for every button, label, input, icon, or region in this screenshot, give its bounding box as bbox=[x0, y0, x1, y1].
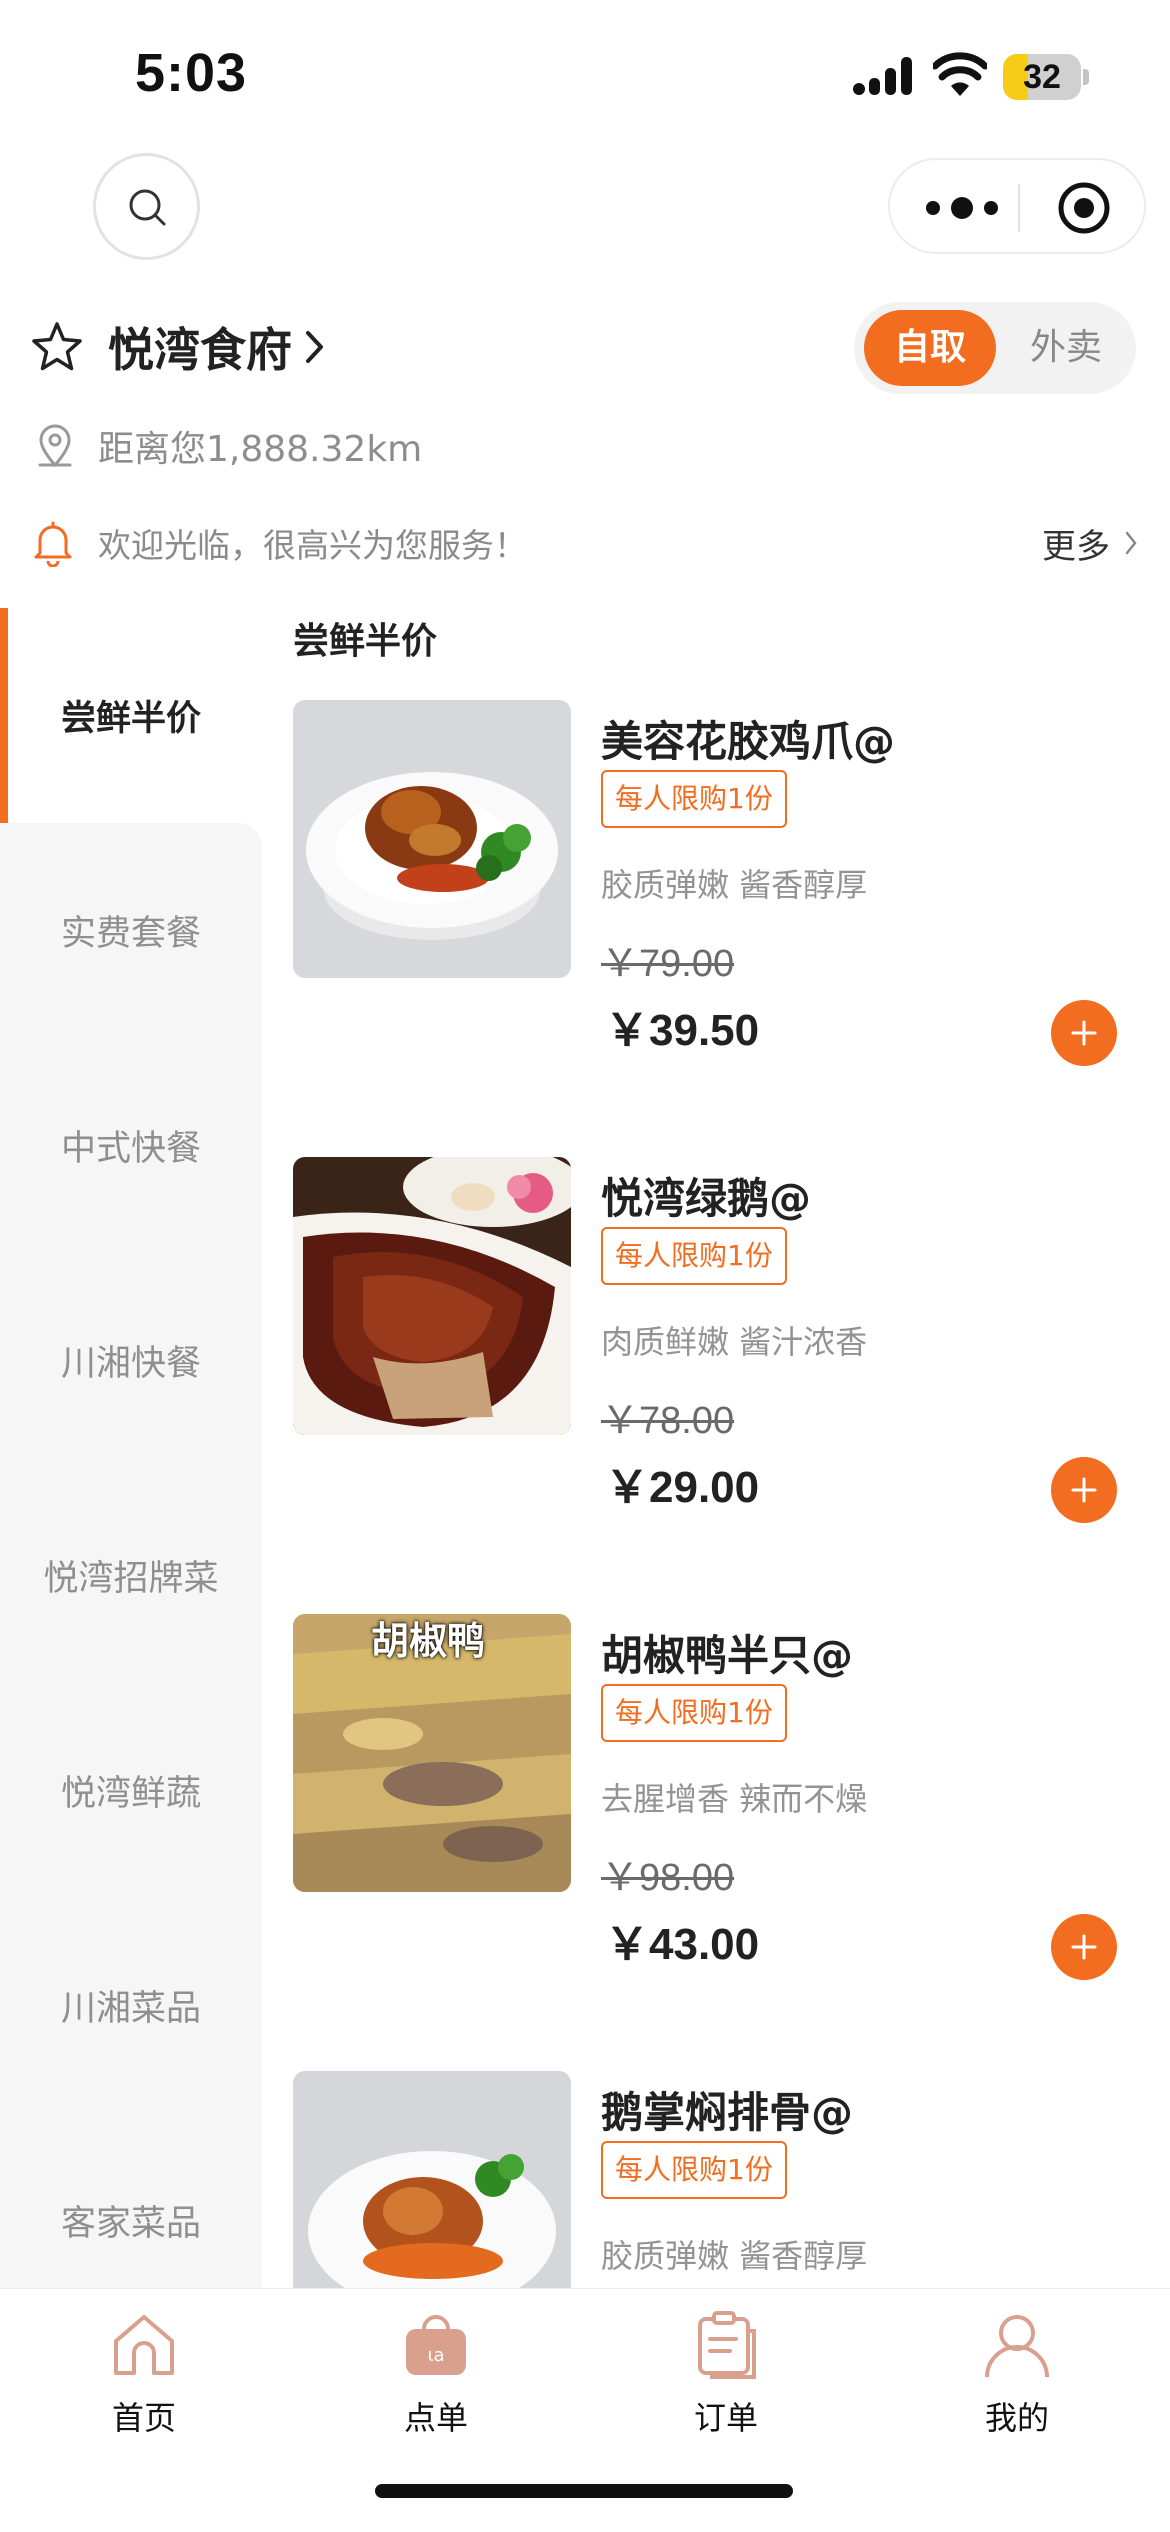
product-name: 鹅掌焖排骨@ bbox=[601, 2088, 854, 2137]
product-name: 美容花胶鸡爪@ bbox=[601, 717, 896, 766]
product-name: 胡椒鸭半只@ bbox=[601, 1631, 854, 1680]
add-to-cart-button[interactable] bbox=[1051, 1000, 1117, 1066]
order-list-icon bbox=[698, 2311, 756, 2379]
category-item[interactable]: 尝鲜半价 bbox=[0, 608, 262, 823]
store-name[interactable]: 悦湾食府 bbox=[108, 314, 292, 380]
user-icon bbox=[985, 2315, 1049, 2378]
original-price: ￥78.00 bbox=[601, 1400, 735, 1442]
tab-label: 订单 bbox=[693, 2399, 758, 2437]
product-card[interactable]: 鹅掌焖排骨@ 每人限购1份 胶质弹嫩 酱香醇厚 bbox=[293, 2071, 1153, 2288]
more-label: 更多 bbox=[1042, 526, 1110, 567]
product-description: 去腥增香 辣而不燥 bbox=[601, 1780, 868, 1818]
category-item[interactable]: 悦湾招牌菜 bbox=[0, 1468, 262, 1683]
bell-icon bbox=[34, 521, 72, 567]
chevron-right-icon bbox=[306, 331, 323, 363]
product-image[interactable] bbox=[293, 2071, 571, 2288]
notice-bar: 欢迎光临，很高兴为您服务！ 更多 bbox=[32, 514, 1138, 572]
svg-text:ιa: ιa bbox=[427, 2345, 444, 2366]
product-image[interactable] bbox=[293, 1157, 571, 1435]
product-description: 胶质弹嫩 酱香醇厚 bbox=[601, 866, 868, 904]
sale-price: ￥39.50 bbox=[605, 1006, 760, 1055]
pickup-tab[interactable]: 自取 bbox=[864, 310, 996, 386]
purchase-limit-badge: 每人限购1份 bbox=[601, 2141, 787, 2199]
battery-level: 32 bbox=[1023, 58, 1061, 96]
add-to-cart-button[interactable] bbox=[1051, 1914, 1117, 1980]
shopping-bag-icon: ιa bbox=[406, 2315, 466, 2375]
more-options-icon[interactable] bbox=[926, 188, 998, 228]
home-indicator bbox=[375, 2484, 793, 2498]
section-title: 尝鲜半价 bbox=[293, 621, 438, 662]
search-button[interactable] bbox=[93, 153, 200, 260]
category-sidebar: 尝鲜半价 实费套餐 中式快餐 川湘快餐 悦湾招牌菜 悦湾鲜蔬 川湘菜品 客家菜品 bbox=[0, 608, 262, 2288]
mini-program-capsule bbox=[888, 158, 1146, 254]
product-name: 悦湾绿鹅@ bbox=[601, 1174, 812, 1223]
product-card[interactable]: 美容花胶鸡爪@ 每人限购1份 胶质弹嫩 酱香醇厚 ￥79.00 ￥39.50 bbox=[293, 700, 1153, 1140]
distance-row: 距离您1,888.32km bbox=[36, 418, 422, 474]
close-mini-program-icon[interactable] bbox=[1056, 180, 1112, 236]
sale-price: ￥29.00 bbox=[605, 1463, 760, 1512]
plus-icon bbox=[1071, 1020, 1097, 1046]
status-bar: 5:03 32 bbox=[0, 0, 1170, 150]
pickup-delivery-toggle: 自取 外卖 bbox=[854, 302, 1136, 394]
tab-orders[interactable]: 订单 bbox=[626, 2309, 826, 2459]
category-item[interactable]: 实费套餐 bbox=[0, 823, 262, 1038]
cellular-signal-icon bbox=[853, 57, 912, 95]
favorite-star-icon[interactable] bbox=[30, 320, 84, 374]
product-image[interactable]: 胡椒鸭 bbox=[293, 1614, 571, 1892]
delivery-tab[interactable]: 外卖 bbox=[1004, 310, 1128, 386]
category-item[interactable]: 川湘快餐 bbox=[0, 1253, 262, 1468]
location-pin-icon bbox=[38, 424, 72, 468]
tab-label: 首页 bbox=[111, 2399, 176, 2437]
chevron-right-icon bbox=[1125, 531, 1137, 555]
battery-icon: 32 bbox=[1003, 54, 1089, 100]
plus-icon bbox=[1071, 1477, 1097, 1503]
store-distance: 距离您1,888.32km bbox=[98, 429, 423, 470]
image-caption: 胡椒鸭 bbox=[371, 1619, 486, 1663]
plus-icon bbox=[1071, 1934, 1097, 1960]
original-price: ￥79.00 bbox=[601, 943, 735, 985]
tab-profile[interactable]: 我的 bbox=[917, 2309, 1117, 2459]
product-card[interactable]: 悦湾绿鹅@ 每人限购1份 肉质鲜嫩 酱汁浓香 ￥78.00 ￥29.00 bbox=[293, 1157, 1153, 1597]
tab-label: 点单 bbox=[403, 2399, 468, 2437]
more-link[interactable]: 更多 bbox=[1042, 519, 1138, 568]
status-time: 5:03 bbox=[135, 43, 248, 103]
category-item[interactable]: 川湘菜品 bbox=[0, 1898, 262, 2113]
wifi-icon bbox=[933, 52, 987, 96]
sale-price: ￥43.00 bbox=[605, 1920, 760, 1969]
page: 5:03 32 悦湾食府 自取 外卖 距离您1,888.32km 欢迎光临，很高… bbox=[0, 0, 1170, 2532]
tab-label: 我的 bbox=[984, 2399, 1049, 2437]
product-card[interactable]: 胡椒鸭 胡椒鸭半只@ 每人限购1份 去腥增香 辣而不燥 ￥98.00 ￥43.0… bbox=[293, 1614, 1153, 2054]
purchase-limit-badge: 每人限购1份 bbox=[601, 770, 787, 828]
search-icon bbox=[129, 189, 165, 225]
category-item[interactable]: 悦湾鲜蔬 bbox=[0, 1683, 262, 1898]
product-image[interactable] bbox=[293, 700, 571, 978]
product-description: 胶质弹嫩 酱香醇厚 bbox=[601, 2237, 868, 2275]
add-to-cart-button[interactable] bbox=[1051, 1457, 1117, 1523]
original-price: ￥98.00 bbox=[601, 1857, 735, 1899]
purchase-limit-badge: 每人限购1份 bbox=[601, 1227, 787, 1285]
product-description: 肉质鲜嫩 酱汁浓香 bbox=[601, 1323, 868, 1361]
store-header[interactable]: 悦湾食府 bbox=[30, 312, 326, 382]
tab-home[interactable]: 首页 bbox=[44, 2309, 244, 2459]
tab-order[interactable]: ιa 点单 bbox=[336, 2309, 536, 2459]
home-icon bbox=[114, 2315, 174, 2375]
notice-text: 欢迎光临，很高兴为您服务！ bbox=[98, 526, 527, 565]
category-item[interactable]: 中式快餐 bbox=[0, 1038, 262, 1253]
purchase-limit-badge: 每人限购1份 bbox=[601, 1684, 787, 1742]
